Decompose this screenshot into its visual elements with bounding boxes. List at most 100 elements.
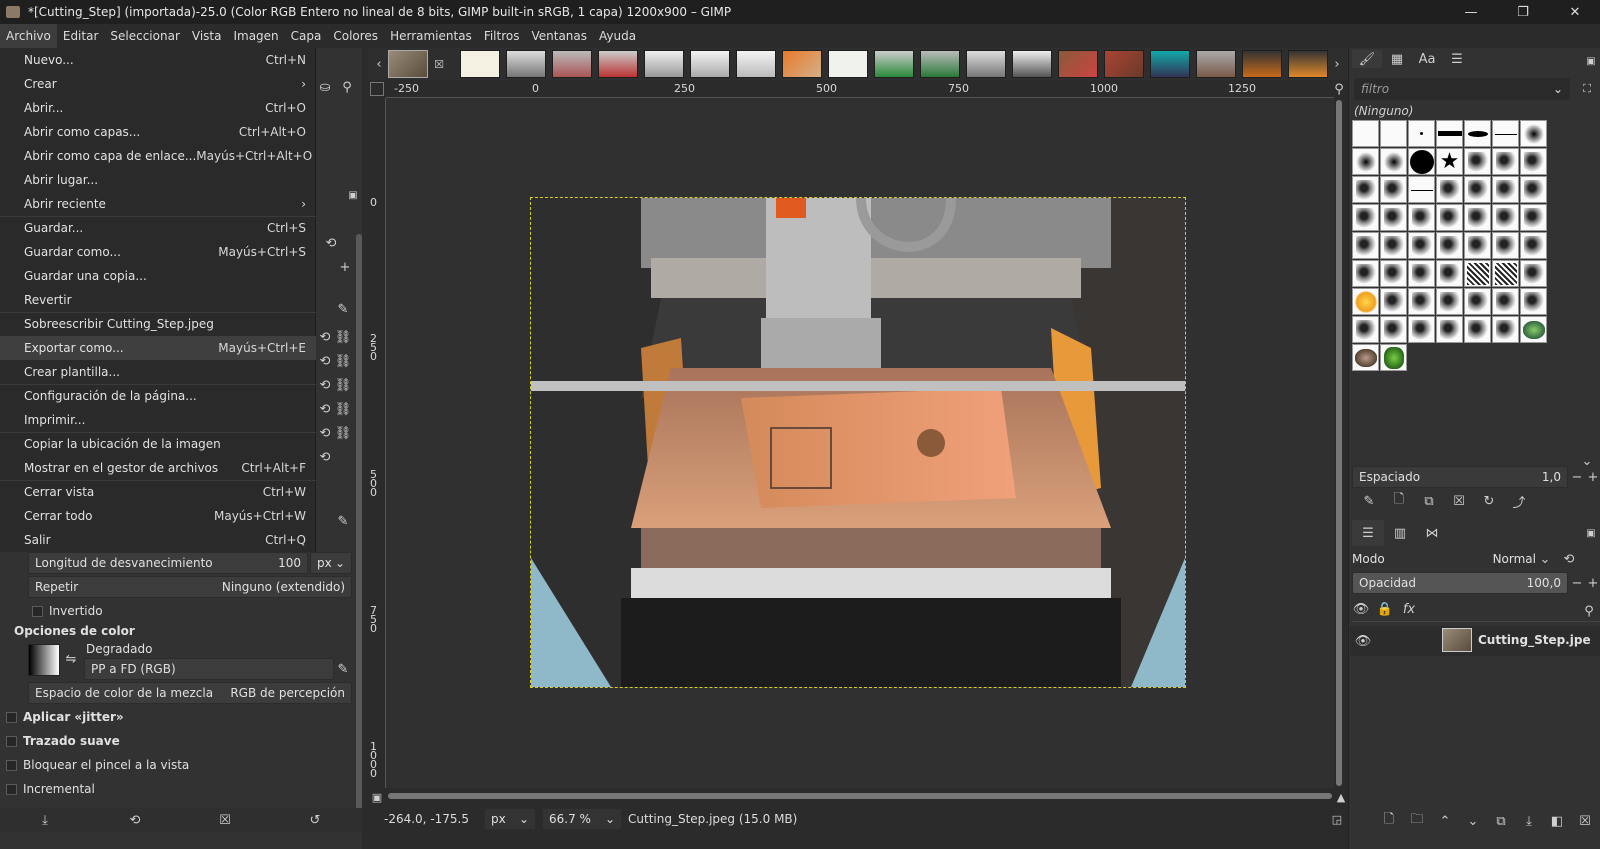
raise-layer-icon[interactable]: ⌃ — [1436, 812, 1454, 830]
duplicate-brush-icon[interactable]: ⧉ — [1420, 492, 1438, 510]
menu-colores[interactable]: Colores — [327, 24, 384, 48]
lock-brush-checkbox[interactable] — [6, 759, 17, 771]
eye-icon[interactable]: 👁 — [1354, 632, 1372, 650]
brush-swatch[interactable] — [1492, 204, 1519, 231]
file-menu-item[interactable]: Abrir reciente › — [0, 192, 316, 216]
zoom-navigate-icon[interactable]: ⚲ — [1330, 80, 1348, 98]
brush-swatch[interactable] — [1436, 288, 1463, 315]
brush-swatch[interactable] — [1408, 120, 1435, 147]
file-menu-item[interactable]: Imprimir... — [0, 408, 316, 432]
image-tab[interactable] — [828, 50, 868, 78]
brush-swatch[interactable] — [1408, 260, 1435, 287]
reset-icon[interactable]: ⟲ — [316, 400, 334, 418]
file-menu-item[interactable]: Nuevo... Ctrl+N — [0, 48, 316, 72]
file-menu-item[interactable]: Guardar... Ctrl+S — [0, 216, 316, 240]
lock-icon[interactable]: 🔒 — [1376, 600, 1394, 618]
link-icon[interactable]: ⛓ — [334, 352, 352, 370]
repeat-select[interactable]: Repetir Ninguno (extendido) — [28, 576, 352, 598]
brush-swatch[interactable] — [1436, 176, 1463, 203]
tag-icon[interactable]: ⛶ — [1578, 80, 1596, 98]
image-tab[interactable] — [552, 50, 592, 78]
reset-icon[interactable]: ⟲ — [316, 376, 334, 394]
reset-options-icon[interactable]: ↺ — [306, 811, 324, 829]
refresh-brushes-icon[interactable]: ↻ — [1480, 492, 1498, 510]
close-button[interactable]: ✕ — [1552, 0, 1598, 24]
image-tab[interactable] — [920, 50, 960, 78]
link-icon[interactable]: ⛓ — [334, 400, 352, 418]
link-icon[interactable]: ⛓ — [334, 376, 352, 394]
image-tab[interactable] — [1150, 50, 1190, 78]
image-canvas[interactable] — [386, 98, 1334, 788]
file-menu-item[interactable]: Crear › — [0, 72, 316, 96]
reset-icon[interactable]: ⟲ — [316, 424, 334, 442]
brush-swatch[interactable] — [1352, 344, 1379, 371]
swap-gradient-icon[interactable]: ⇋ — [62, 650, 80, 668]
image-tab[interactable] — [460, 50, 500, 78]
brush-swatch[interactable] — [1352, 260, 1379, 287]
image-tab[interactable] — [1104, 50, 1144, 78]
edit-icon[interactable]: ✎ — [334, 512, 352, 530]
brush-swatch[interactable] — [1464, 176, 1491, 203]
menu-vista[interactable]: Vista — [186, 24, 228, 48]
menu-ventanas[interactable]: Ventanas — [525, 24, 593, 48]
file-menu-item[interactable]: Configuración de la página... — [0, 384, 316, 408]
vertical-ruler[interactable]: 0 250 500 750 1000 — [368, 98, 386, 788]
image-tab[interactable] — [1012, 50, 1052, 78]
reset-icon[interactable]: ⟲ — [316, 328, 334, 346]
merge-layer-icon[interactable]: ⤓ — [1520, 812, 1538, 830]
image-tab[interactable] — [506, 50, 546, 78]
new-group-icon[interactable]: 🗀 — [1408, 812, 1426, 830]
brush-swatch[interactable] — [1408, 232, 1435, 259]
restore-options-icon[interactable]: ⟲ — [126, 811, 144, 829]
brush-swatch[interactable] — [1520, 232, 1547, 259]
incremental-checkbox[interactable] — [6, 783, 17, 795]
smooth-checkbox[interactable] — [6, 735, 17, 747]
brush-swatch[interactable] — [1464, 232, 1491, 259]
image-tab[interactable] — [1058, 50, 1098, 78]
plus-icon[interactable]: + — [336, 258, 354, 276]
search-icon[interactable]: ⚲ — [1580, 602, 1598, 620]
fade-unit-select[interactable]: px ⌄ — [310, 552, 352, 574]
horizontal-scroll-thumb[interactable] — [388, 793, 1332, 799]
brush-swatch[interactable] — [1520, 120, 1547, 147]
image-tab[interactable] — [1288, 50, 1328, 78]
unit-select[interactable]: px ⌄ — [484, 808, 536, 830]
link-icon[interactable]: ⛓ — [334, 424, 352, 442]
brush-swatch[interactable] — [1408, 176, 1435, 203]
image-tab[interactable] — [736, 50, 776, 78]
brush-swatch[interactable] — [1492, 120, 1519, 147]
patterns-tab-icon[interactable]: ▦ — [1382, 50, 1412, 68]
document-history-tab-icon[interactable]: ☰ — [1442, 50, 1472, 68]
mask-layer-icon[interactable]: ◧ — [1548, 812, 1566, 830]
brush-swatch[interactable] — [1352, 232, 1379, 259]
brushes-tab-icon[interactable]: 🖌 — [1352, 50, 1382, 68]
brush-swatch[interactable] — [1380, 176, 1407, 203]
brush-swatch[interactable] — [1380, 344, 1407, 371]
brush-swatch[interactable] — [1380, 288, 1407, 315]
navigate-icon[interactable]: ▣ — [368, 788, 386, 806]
opacity-slider[interactable]: Opacidad 100,0 — [1352, 572, 1568, 594]
image-tab[interactable] — [782, 50, 822, 78]
brush-swatch[interactable]: ★ — [1436, 148, 1463, 175]
brush-swatch[interactable] — [1408, 204, 1435, 231]
brush-swatch[interactable] — [1352, 204, 1379, 231]
image-tab[interactable] — [644, 50, 684, 78]
brush-swatch[interactable] — [1464, 148, 1491, 175]
brush-swatch[interactable] — [1492, 288, 1519, 315]
file-menu-item[interactable]: Abrir como capas... Ctrl+Alt+O — [0, 120, 316, 144]
file-menu-item[interactable]: Abrir como capa de enlace... Mayús+Ctrl+A… — [0, 144, 316, 168]
quick-mask-toggle[interactable] — [370, 82, 384, 96]
file-menu-item[interactable]: Abrir lugar... — [0, 168, 316, 192]
brush-swatch[interactable] — [1492, 316, 1519, 343]
file-menu-item[interactable]: Guardar como... Mayús+Ctrl+S — [0, 240, 316, 264]
chevron-left-icon[interactable]: ‹ — [370, 55, 388, 73]
brush-swatch[interactable] — [1408, 288, 1435, 315]
file-menu-item[interactable]: Cerrar todo Mayús+Ctrl+W — [0, 504, 316, 528]
delete-layer-icon[interactable]: ☒ — [1576, 812, 1594, 830]
lower-layer-icon[interactable]: ⌄ — [1464, 812, 1482, 830]
save-options-icon[interactable]: ⤓ — [36, 811, 54, 829]
zoom-select[interactable]: 66.7 % ⌄ — [542, 808, 622, 830]
layers-tab-icon[interactable]: ☰ — [1352, 520, 1384, 546]
image-tab[interactable] — [966, 50, 1006, 78]
spacing-spinner[interactable]: Espaciado 1,0 — [1352, 466, 1568, 488]
